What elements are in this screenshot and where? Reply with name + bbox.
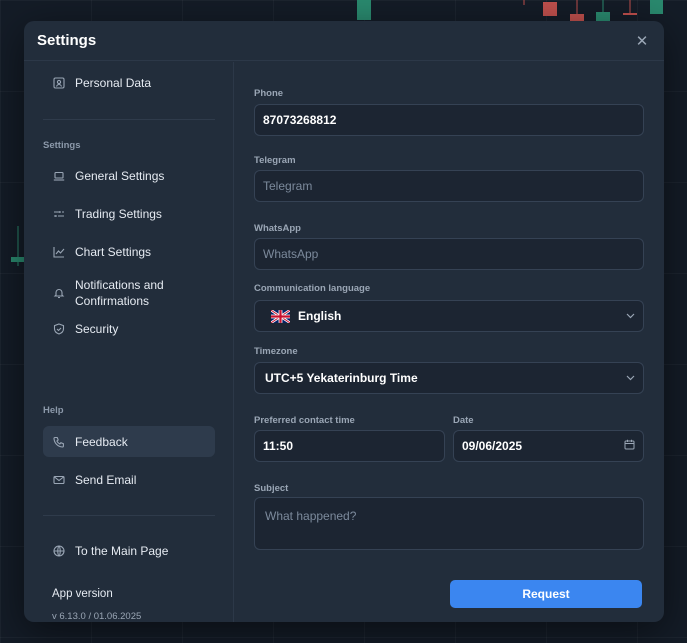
chart-candle bbox=[570, 0, 584, 22]
contact-time-label: Preferred contact time bbox=[254, 415, 355, 426]
sidebar-item-general-settings[interactable]: General Settings bbox=[43, 164, 215, 188]
settings-sidebar: Personal Data Settings General Settings … bbox=[24, 62, 234, 622]
timezone-value: UTC+5 Yekaterinburg Time bbox=[265, 371, 418, 385]
sidebar-heading-settings: Settings bbox=[43, 140, 81, 151]
phone-icon bbox=[53, 436, 65, 448]
date-label: Date bbox=[453, 415, 474, 426]
sidebar-item-label: Chart Settings bbox=[75, 245, 152, 259]
sidebar-item-label: Personal Data bbox=[75, 76, 152, 90]
sidebar-heading-help: Help bbox=[43, 405, 64, 416]
telegram-label: Telegram bbox=[254, 155, 296, 166]
chevron-down-icon bbox=[626, 373, 635, 384]
chart-candle bbox=[543, 0, 557, 18]
phone-value: 87073268812 bbox=[263, 113, 337, 127]
shield-icon bbox=[53, 323, 65, 335]
bell-icon bbox=[53, 287, 65, 299]
subject-placeholder: What happened? bbox=[265, 509, 357, 523]
sidebar-item-main-page[interactable]: To the Main Page bbox=[43, 539, 215, 563]
uk-flag-icon bbox=[271, 309, 290, 323]
sidebar-item-label: Send Email bbox=[75, 473, 137, 487]
subject-label: Subject bbox=[254, 483, 289, 494]
timezone-select[interactable]: UTC+5 Yekaterinburg Time bbox=[254, 362, 644, 394]
user-card-icon bbox=[53, 77, 65, 89]
feedback-form: Phone 87073268812 Telegram Telegram What… bbox=[234, 62, 664, 622]
app-version-value: v 6.13.0 / 01.06.2025 bbox=[52, 611, 142, 622]
modal-title: Settings bbox=[37, 32, 97, 49]
whatsapp-placeholder: WhatsApp bbox=[263, 247, 319, 261]
chevron-down-icon bbox=[626, 311, 635, 322]
sidebar-item-trading-settings[interactable]: Trading Settings bbox=[43, 202, 215, 226]
chart-candle bbox=[517, 0, 531, 5]
contact-time-field[interactable]: 11:50 bbox=[254, 430, 445, 462]
sidebar-item-notifications[interactable]: Notifications and Confirmations bbox=[43, 276, 215, 310]
sidebar-item-personal-data[interactable]: Personal Data bbox=[43, 74, 215, 92]
sidebar-divider bbox=[43, 515, 215, 516]
close-icon[interactable]: ✕ bbox=[633, 32, 651, 50]
request-button[interactable]: Request bbox=[450, 580, 642, 608]
telegram-placeholder: Telegram bbox=[263, 179, 313, 193]
calendar-icon[interactable] bbox=[624, 439, 635, 453]
sliders-icon bbox=[53, 208, 65, 220]
settings-modal: Settings ✕ Personal Data Settings Genera… bbox=[24, 21, 664, 622]
sidebar-item-label: General Settings bbox=[75, 169, 165, 183]
language-value: English bbox=[298, 309, 342, 323]
chart-candle bbox=[11, 226, 24, 266]
laptop-icon bbox=[53, 170, 65, 182]
sidebar-item-chart-settings[interactable]: Chart Settings bbox=[43, 240, 215, 264]
language-label: Communication language bbox=[254, 283, 371, 294]
sidebar-divider bbox=[43, 119, 215, 120]
sidebar-item-send-email[interactable]: Send Email bbox=[43, 468, 215, 492]
sidebar-item-label: Trading Settings bbox=[75, 207, 162, 221]
contact-time-value: 11:50 bbox=[263, 439, 294, 453]
sidebar-item-label: To the Main Page bbox=[75, 544, 169, 558]
language-select[interactable]: English bbox=[254, 300, 644, 332]
whatsapp-field[interactable]: WhatsApp bbox=[254, 238, 644, 270]
whatsapp-label: WhatsApp bbox=[254, 223, 301, 234]
sidebar-item-label: Notifications and Confirmations bbox=[75, 278, 164, 308]
modal-body: Personal Data Settings General Settings … bbox=[24, 62, 664, 622]
sidebar-item-label: Security bbox=[75, 322, 119, 336]
sidebar-item-security[interactable]: Security bbox=[43, 317, 215, 341]
phone-label: Phone bbox=[254, 88, 284, 99]
timezone-label: Timezone bbox=[254, 346, 298, 357]
sidebar-item-label: Feedback bbox=[75, 434, 128, 449]
app-version-label: App version bbox=[52, 588, 113, 600]
chart-candle bbox=[650, 0, 663, 16]
mail-icon bbox=[53, 474, 65, 486]
sidebar-item-feedback[interactable]: Feedback bbox=[43, 426, 215, 457]
telegram-field[interactable]: Telegram bbox=[254, 170, 644, 202]
chart-line-icon bbox=[53, 246, 65, 258]
globe-icon bbox=[53, 545, 65, 557]
phone-field[interactable]: 87073268812 bbox=[254, 104, 644, 136]
date-value: 09/06/2025 bbox=[462, 439, 523, 453]
chart-candle bbox=[623, 0, 637, 18]
subject-textarea[interactable]: What happened? bbox=[254, 497, 644, 550]
chart-candle bbox=[596, 0, 610, 22]
chart-candle bbox=[357, 0, 371, 22]
modal-header: Settings ✕ bbox=[24, 21, 664, 61]
date-field[interactable]: 09/06/2025 bbox=[453, 430, 644, 462]
